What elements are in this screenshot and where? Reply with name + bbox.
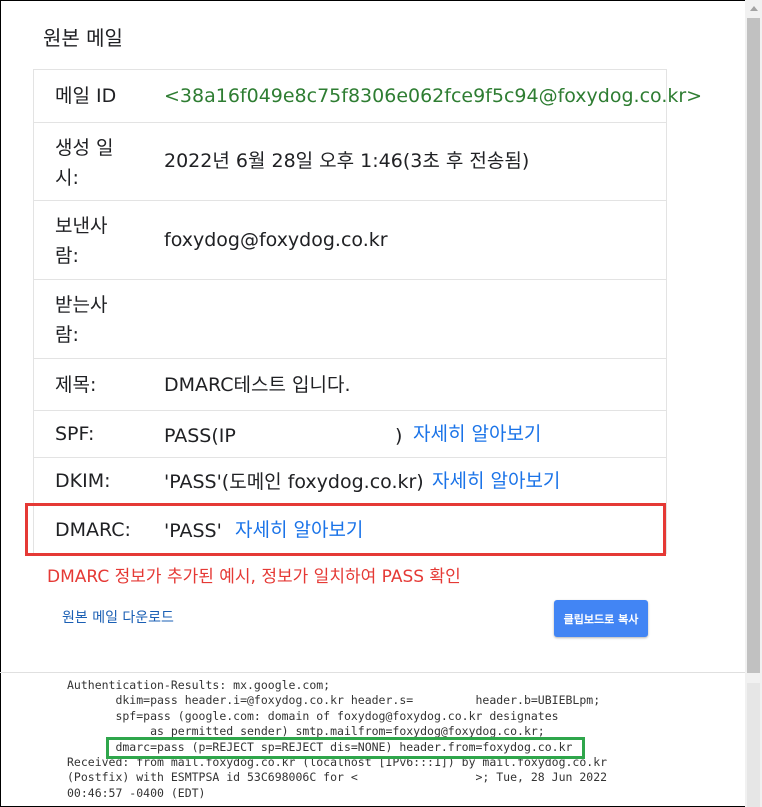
spf-value-close: ): [395, 425, 403, 447]
raw-header-line: (Postfix) with ESMTPSA id 53C698006C for…: [67, 770, 608, 785]
message-id-label: 메일 ID: [55, 85, 117, 107]
row-recipient: 받는사 람:: [34, 280, 666, 359]
dkim-value: 'PASS'(도메인 foxydog.co.kr): [164, 471, 424, 493]
sender-value: foxydog@foxydog.co.kr: [164, 229, 388, 251]
sender-label-line1: 보낸사: [55, 215, 108, 237]
section-divider: [0, 672, 745, 673]
download-original-link[interactable]: 원본 메일 다운로드: [62, 607, 174, 627]
raw-header-line: Authentication-Results: mx.google.com;: [67, 678, 331, 692]
message-info-table: 메일 ID <38a16f049e8c75f8306e062fce9f5c94@…: [33, 69, 702, 554]
row-dkim: DKIM: 'PASS'(도메인 foxydog.co.kr) 자세히 알아보기: [34, 458, 666, 505]
dmarc-annotation: DMARC 정보가 추가된 예시, 정보가 일치하여 PASS 확인: [47, 567, 461, 587]
sender-label-line2: 람:: [55, 245, 79, 267]
copy-to-clipboard-button[interactable]: 클립보드로 복사: [554, 600, 648, 637]
created-value: 2022년 6월 28일 오후 1:46(3초 후 전송됨): [164, 150, 530, 172]
created-label-line2: 시:: [55, 167, 79, 189]
raw-header-line: dkim=pass header.i=@foxydog.co.kr header…: [67, 693, 601, 708]
page-title: 원본 메일: [43, 26, 123, 50]
created-label-line1: 생성 일: [55, 137, 114, 159]
subject-value: DMARC테스트 입니다.: [164, 374, 351, 396]
row-sender: 보낸사 람: foxydog@foxydog.co.kr: [34, 201, 666, 280]
recipient-label-line2: 람:: [55, 324, 79, 346]
spf-learn-more-link[interactable]: 자세히 알아보기: [413, 419, 541, 449]
scrollbar-thumb[interactable]: [747, 18, 760, 673]
row-message-id: 메일 ID <38a16f049e8c75f8306e062fce9f5c94@…: [34, 70, 702, 123]
scroll-up-arrow-icon[interactable]: [750, 6, 758, 11]
dkim-label: DKIM:: [55, 470, 111, 492]
spf-label: SPF:: [55, 423, 95, 445]
row-subject: 제목: DMARC테스트 입니다.: [34, 359, 666, 411]
recipient-label-line1: 받는사: [55, 294, 108, 316]
subject-label: 제목:: [55, 374, 97, 396]
row-spf: SPF: PASS(IP ) 자세히 알아보기: [34, 411, 666, 458]
dkim-learn-more-link[interactable]: 자세히 알아보기: [432, 466, 560, 496]
dmarc-raw-highlight-box: [106, 737, 585, 759]
raw-header-line: 00:46:57 -0400 (EDT): [67, 785, 206, 800]
dmarc-highlight-box: [25, 503, 666, 556]
spf-value: PASS(IP: [164, 425, 236, 447]
raw-header-line: spf=pass (google.com: domain of foxydog@…: [67, 708, 559, 723]
scrollbar-lower-track: [747, 683, 760, 807]
message-id-value: <38a16f049e8c75f8306e062fce9f5c94@foxydo…: [164, 85, 703, 107]
row-created: 생성 일 시: 2022년 6월 28일 오후 1:46(3초 후 전송됨): [34, 123, 666, 201]
